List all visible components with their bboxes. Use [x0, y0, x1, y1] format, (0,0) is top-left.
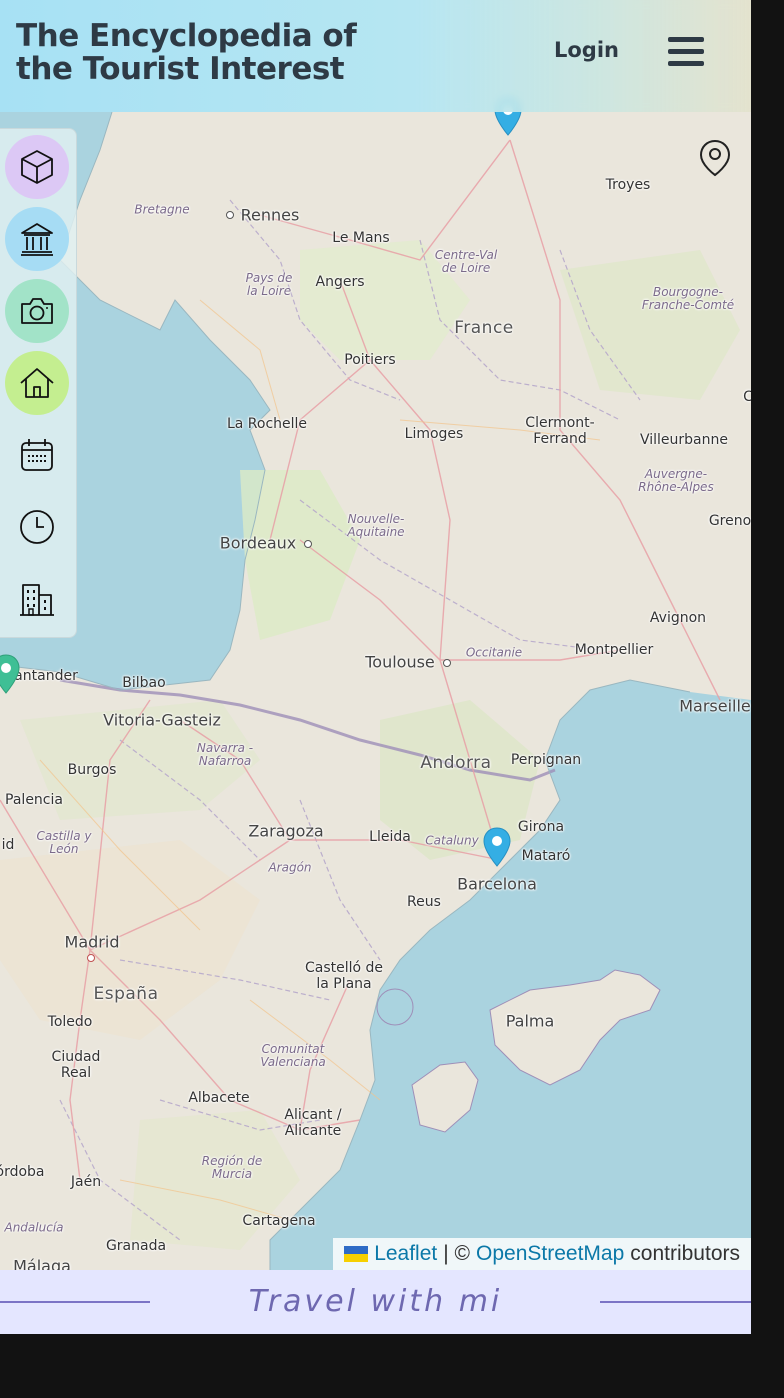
map-label: Castilla y León [36, 829, 92, 856]
map-pin-outline-icon[interactable] [697, 138, 733, 178]
map-label: Bretagne [134, 202, 190, 217]
map-label: Poitiers [344, 352, 396, 368]
map-label: Palencia [5, 792, 63, 808]
map-label: Ciudad Real [51, 1049, 101, 1081]
map-label: Comunitat Valenciana [260, 1042, 326, 1069]
category-button-clock[interactable] [5, 495, 69, 559]
map-label: Occitanie [465, 645, 523, 660]
map-label: Montpellier [574, 642, 654, 658]
map-label: Avignon [649, 610, 707, 626]
map-label: Burgos [67, 762, 117, 778]
footer-banner: Travel with mi [0, 1270, 751, 1334]
map-label: id [1, 837, 15, 853]
leaflet-link[interactable]: Leaflet [374, 1238, 437, 1270]
map-label: Angers [315, 274, 365, 290]
map-city-dot [226, 211, 234, 219]
ukraine-flag-icon [344, 1246, 369, 1262]
map-label: Alicant / Alicante [284, 1107, 342, 1139]
site-title[interactable]: The Encyclopedia of the Tourist Interest [16, 20, 376, 86]
map-marker-santander[interactable] [0, 654, 21, 694]
category-button-cube[interactable] [5, 135, 69, 199]
openstreetmap-link[interactable]: OpenStreetMap [476, 1238, 624, 1270]
attribution-separator: | © [443, 1242, 471, 1265]
map-label: Andalucía [4, 1220, 64, 1235]
map-label: Málaga [13, 1256, 71, 1271]
clock-icon [20, 510, 54, 544]
category-button-camera[interactable] [5, 279, 69, 343]
map-label: Jaén [70, 1174, 102, 1190]
map-label: Perpignan [510, 752, 582, 768]
map-label: Centre-Val de Loire [434, 248, 498, 275]
map-label: Marseille [679, 696, 751, 716]
map-label: Región de Murcia [201, 1154, 263, 1181]
map-label: Cartagena [242, 1213, 316, 1229]
map-label: Girona [517, 819, 565, 835]
map-label: Granada [105, 1238, 167, 1254]
login-link[interactable]: Login [554, 38, 619, 62]
category-sidebar [0, 128, 77, 638]
map-label: Reus [407, 894, 441, 910]
map-label: Clermont-Ferrand [525, 415, 595, 447]
map-label: Bourgogne-Franche-Comté [641, 285, 735, 312]
cube-icon [21, 150, 53, 184]
map-view[interactable]: Troyes Bretagne Rennes Le Mans Centre-Va… [0, 0, 751, 1270]
map-label: Andorra [420, 753, 492, 773]
map-attribution: Leaflet | © OpenStreetMap contributors [333, 1238, 751, 1270]
app-root: Troyes Bretagne Rennes Le Mans Centre-Va… [0, 0, 751, 1334]
map-label: Madrid [64, 932, 120, 952]
map-label: Albacete [188, 1090, 250, 1106]
map-label: Auvergne-Rhône-Alpes [638, 467, 714, 494]
map-label: Zaragoza [248, 821, 324, 841]
map-label: Bordeaux [219, 533, 297, 553]
map-label: Castelló de la Plana [304, 960, 384, 992]
map-label: España [93, 984, 159, 1004]
map-label: Pays de la Loire [245, 271, 293, 298]
map-label: Bilbao [122, 675, 166, 691]
camera-icon [21, 298, 53, 324]
museum-icon [21, 223, 53, 256]
map-label: La Rochelle [226, 416, 308, 432]
map-label: Le Mans [332, 230, 390, 246]
map-label: antander [14, 668, 78, 684]
building-icon [20, 584, 54, 616]
map-label: Greno [708, 513, 751, 529]
category-button-home[interactable] [5, 351, 69, 415]
home-icon [20, 368, 54, 398]
map-label: Palma [505, 1011, 555, 1031]
map-marker-barcelona[interactable] [482, 827, 512, 867]
category-button-calendar[interactable] [5, 423, 69, 487]
calendar-icon [21, 439, 53, 471]
map-label: Lleida [369, 829, 411, 845]
map-label: Troyes [605, 177, 651, 193]
top-header: The Encyclopedia of the Tourist Interest… [0, 0, 751, 112]
map-label: Vitoria-Gasteiz [103, 710, 221, 730]
map-label: Navarra - Nafarroa [196, 741, 254, 768]
map-label: Rennes [240, 205, 300, 225]
map-label: C [743, 389, 751, 405]
footer-tagline: Travel with mi [248, 1284, 503, 1319]
map-label: Limoges [404, 426, 464, 442]
map-label: Mataró [521, 848, 571, 864]
map-city-dot [443, 659, 451, 667]
map-label: France [454, 318, 514, 338]
map-label: Aragón [268, 860, 312, 875]
map-label: Barcelona [457, 874, 537, 894]
category-button-museum[interactable] [5, 207, 69, 271]
map-label: Toledo [47, 1014, 93, 1030]
map-city-dot [87, 954, 95, 962]
map-city-dot [304, 540, 312, 548]
map-label: órdoba [0, 1164, 45, 1180]
map-label: Cataluny [425, 833, 479, 848]
attribution-contributors: contributors [630, 1242, 740, 1265]
map-label: Villeurbanne [639, 432, 729, 448]
category-button-building[interactable] [5, 567, 69, 631]
map-label: Toulouse [365, 652, 435, 672]
hamburger-icon[interactable] [668, 37, 704, 69]
map-label: Nouvelle-Aquitaine [347, 512, 405, 539]
